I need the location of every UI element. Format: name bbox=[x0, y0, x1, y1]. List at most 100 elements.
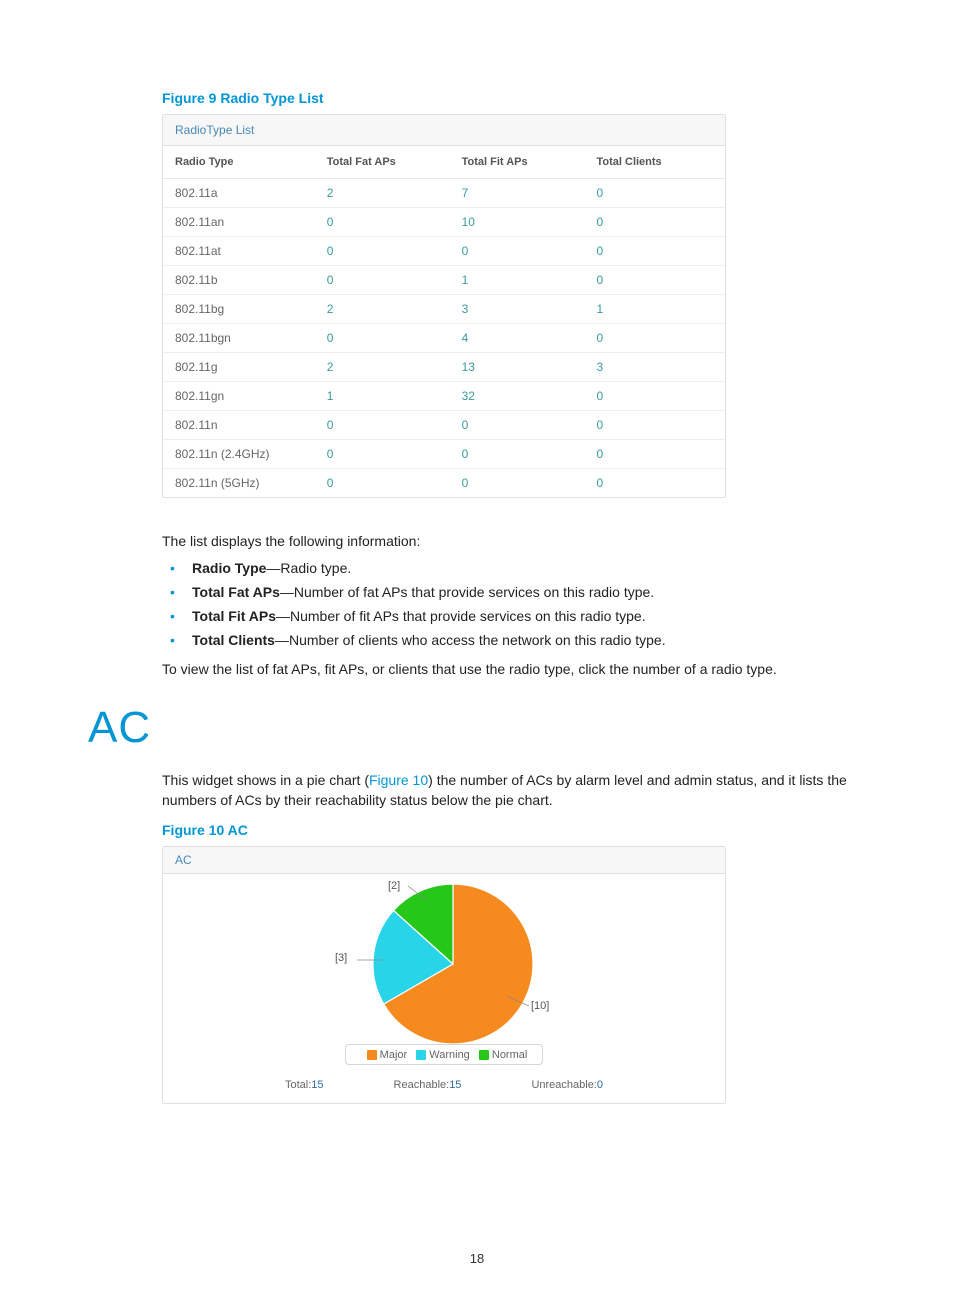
cell-radio-type: 802.11at bbox=[163, 237, 315, 266]
cell-total-fit-aps[interactable]: 10 bbox=[450, 208, 585, 237]
cell-total-fat-aps[interactable]: 2 bbox=[315, 179, 450, 208]
swatch-warning-icon bbox=[416, 1050, 426, 1060]
cell-total-clients[interactable]: 0 bbox=[584, 411, 725, 440]
table-row: 802.11n000 bbox=[163, 411, 725, 440]
stat-total: Total:15 bbox=[285, 1079, 324, 1091]
list-item: Total Fit APs—Number of fit APs that pro… bbox=[160, 608, 869, 624]
cell-total-fat-aps[interactable]: 0 bbox=[315, 469, 450, 498]
legend-major: Major bbox=[380, 1049, 408, 1061]
table-row: 802.11a270 bbox=[163, 179, 725, 208]
section-heading-ac: AC bbox=[88, 703, 869, 753]
radio-type-panel-title: RadioType List bbox=[163, 115, 725, 146]
cell-total-fat-aps[interactable]: 0 bbox=[315, 324, 450, 353]
cell-total-fit-aps[interactable]: 3 bbox=[450, 295, 585, 324]
desc-rest: —Radio type. bbox=[266, 560, 351, 576]
cell-total-clients[interactable]: 0 bbox=[584, 469, 725, 498]
cell-radio-type: 802.11gn bbox=[163, 382, 315, 411]
cell-radio-type: 802.11n (5GHz) bbox=[163, 469, 315, 498]
table-row: 802.11bg231 bbox=[163, 295, 725, 324]
stat-total-value[interactable]: 15 bbox=[311, 1079, 323, 1091]
desc-footer: To view the list of fat APs, fit APs, or… bbox=[162, 660, 869, 680]
figure-9-caption: Figure 9 Radio Type List bbox=[162, 90, 869, 106]
cell-radio-type: 802.11an bbox=[163, 208, 315, 237]
cell-radio-type: 802.11n (2.4GHz) bbox=[163, 440, 315, 469]
desc-term: Total Clients bbox=[192, 632, 275, 648]
callout-normal: [2] bbox=[388, 880, 400, 892]
desc-rest: —Number of fit APs that provide services… bbox=[276, 608, 646, 624]
cell-total-fat-aps[interactable]: 0 bbox=[315, 411, 450, 440]
callout-line-icon bbox=[507, 996, 529, 1008]
cell-total-clients[interactable]: 0 bbox=[584, 324, 725, 353]
desc-term: Total Fat APs bbox=[192, 584, 280, 600]
callout-line-icon bbox=[408, 886, 426, 900]
cell-total-fit-aps[interactable]: 0 bbox=[450, 411, 585, 440]
cell-radio-type: 802.11n bbox=[163, 411, 315, 440]
header-total-clients: Total Clients bbox=[584, 146, 725, 179]
table-row: 802.11n (2.4GHz)000 bbox=[163, 440, 725, 469]
table-row: 802.11bgn040 bbox=[163, 324, 725, 353]
page-number: 18 bbox=[0, 1251, 954, 1266]
swatch-major-icon bbox=[367, 1050, 377, 1060]
table-row: 802.11an0100 bbox=[163, 208, 725, 237]
stat-unreach-value[interactable]: 0 bbox=[597, 1079, 603, 1091]
stat-unreach-label: Unreachable: bbox=[531, 1079, 596, 1091]
desc-intro: The list displays the following informat… bbox=[162, 532, 869, 552]
ac-intro: This widget shows in a pie chart (Figure… bbox=[162, 771, 869, 810]
cell-total-clients[interactable]: 0 bbox=[584, 208, 725, 237]
cell-total-fit-aps[interactable]: 4 bbox=[450, 324, 585, 353]
cell-total-fat-aps[interactable]: 0 bbox=[315, 237, 450, 266]
cell-total-fat-aps[interactable]: 2 bbox=[315, 353, 450, 382]
cell-radio-type: 802.11bg bbox=[163, 295, 315, 324]
cell-total-fat-aps[interactable]: 1 bbox=[315, 382, 450, 411]
cell-total-fit-aps[interactable]: 0 bbox=[450, 440, 585, 469]
desc-rest: —Number of fat APs that provide services… bbox=[280, 584, 654, 600]
callout-major: [10] bbox=[531, 1000, 549, 1012]
legend-normal: Normal bbox=[492, 1049, 527, 1061]
ac-panel-title: AC bbox=[163, 847, 725, 874]
callout-line-icon bbox=[357, 958, 383, 962]
cell-total-fat-aps[interactable]: 0 bbox=[315, 440, 450, 469]
list-item: Total Clients—Number of clients who acce… bbox=[160, 632, 869, 648]
cell-total-fit-aps[interactable]: 32 bbox=[450, 382, 585, 411]
cell-total-fat-aps[interactable]: 0 bbox=[315, 208, 450, 237]
list-item: Radio Type—Radio type. bbox=[160, 560, 869, 576]
cell-total-fit-aps[interactable]: 0 bbox=[450, 469, 585, 498]
table-row: 802.11g2133 bbox=[163, 353, 725, 382]
cell-total-clients[interactable]: 1 bbox=[584, 295, 725, 324]
cell-total-fit-aps[interactable]: 7 bbox=[450, 179, 585, 208]
ac-stats-row: Total:15 Reachable:15 Unreachable:0 bbox=[163, 1079, 725, 1091]
cell-total-fat-aps[interactable]: 2 bbox=[315, 295, 450, 324]
radio-type-panel: RadioType List Radio Type Total Fat APs … bbox=[162, 114, 726, 498]
cell-total-clients[interactable]: 0 bbox=[584, 382, 725, 411]
table-row: 802.11gn1320 bbox=[163, 382, 725, 411]
cell-radio-type: 802.11bgn bbox=[163, 324, 315, 353]
swatch-normal-icon bbox=[479, 1050, 489, 1060]
table-row: 802.11at000 bbox=[163, 237, 725, 266]
cell-total-fat-aps[interactable]: 0 bbox=[315, 266, 450, 295]
ac-panel: AC [2] [3] [10] Major Warning Normal bbox=[162, 846, 726, 1104]
desc-rest: —Number of clients who access the networ… bbox=[275, 632, 666, 648]
pie-chart-svg bbox=[373, 884, 533, 1044]
table-row: 802.11n (5GHz)000 bbox=[163, 469, 725, 498]
callout-warning: [3] bbox=[335, 952, 347, 964]
table-header-row: Radio Type Total Fat APs Total Fit APs T… bbox=[163, 146, 725, 179]
cell-radio-type: 802.11b bbox=[163, 266, 315, 295]
cell-total-clients[interactable]: 0 bbox=[584, 266, 725, 295]
radio-type-table: Radio Type Total Fat APs Total Fit APs T… bbox=[163, 146, 725, 497]
ac-pie-chart: [2] [3] [10] bbox=[163, 874, 725, 1044]
figure-10-caption: Figure 10 AC bbox=[162, 822, 869, 838]
cell-total-clients[interactable]: 3 bbox=[584, 353, 725, 382]
cell-total-fit-aps[interactable]: 1 bbox=[450, 266, 585, 295]
cell-total-fit-aps[interactable]: 13 bbox=[450, 353, 585, 382]
cell-total-clients[interactable]: 0 bbox=[584, 179, 725, 208]
cell-total-fit-aps[interactable]: 0 bbox=[450, 237, 585, 266]
pie-legend: Major Warning Normal bbox=[345, 1044, 543, 1065]
cell-total-clients[interactable]: 0 bbox=[584, 440, 725, 469]
figure-10-link[interactable]: Figure 10 bbox=[369, 772, 428, 788]
cell-radio-type: 802.11a bbox=[163, 179, 315, 208]
header-total-fit-aps: Total Fit APs bbox=[450, 146, 585, 179]
cell-total-clients[interactable]: 0 bbox=[584, 237, 725, 266]
stat-reach-value[interactable]: 15 bbox=[449, 1079, 461, 1091]
desc-term: Radio Type bbox=[192, 560, 266, 576]
callout-major-text: [10] bbox=[531, 1000, 549, 1012]
